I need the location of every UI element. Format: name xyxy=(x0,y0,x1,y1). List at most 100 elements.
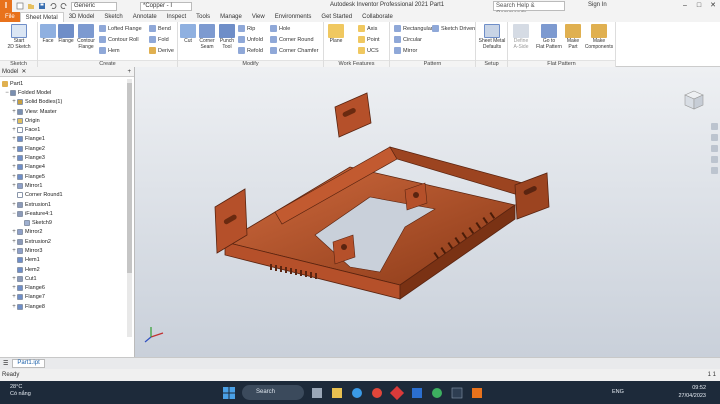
graphics-viewport[interactable] xyxy=(135,67,720,357)
make-components-button[interactable]: Make Components xyxy=(584,24,614,50)
ucs-button[interactable]: UCS xyxy=(358,46,379,55)
windows-start-icon[interactable] xyxy=(222,386,236,400)
tree-node[interactable]: + Extrusion1 xyxy=(0,200,127,209)
taskbar-clock[interactable]: 09:52 27/04/2023 xyxy=(670,384,706,400)
full-navigation-wheel-icon[interactable] xyxy=(710,123,718,130)
tree-node[interactable]: − iFeature4:1 xyxy=(0,209,127,218)
redo-icon[interactable] xyxy=(60,2,68,10)
tab-annotate[interactable]: Annotate xyxy=(128,12,162,22)
tree-node[interactable]: Sketch9 xyxy=(0,218,127,227)
contour-flange-button[interactable]: Contour Flange xyxy=(76,24,96,50)
tree-node[interactable]: + Mirror1 xyxy=(0,181,127,190)
tree-node[interactable]: + Flange4 xyxy=(0,163,127,172)
flange-button[interactable]: Flange xyxy=(57,24,75,45)
make-part-button[interactable]: Make Part xyxy=(564,24,582,50)
corner-chamfer-button[interactable]: Corner Chamfer xyxy=(270,46,318,55)
go-to-flat-pattern-button[interactable]: Go to Flat Pattern xyxy=(535,24,563,50)
tree-node[interactable]: + Flange6 xyxy=(0,284,127,293)
tree-node[interactable]: − Folded Model xyxy=(0,88,127,97)
lofted-flange-button[interactable]: Lofted Flange xyxy=(99,24,142,33)
minimize-icon[interactable]: – xyxy=(678,0,692,12)
plane-button[interactable]: Plane xyxy=(327,24,345,45)
sheet-metal-defaults-button[interactable]: Sheet Metal Defaults xyxy=(477,24,507,50)
close-browser-icon[interactable]: ✕ xyxy=(21,68,26,75)
tree-node[interactable]: + Cut1 xyxy=(0,274,127,283)
maximize-icon[interactable]: □ xyxy=(692,0,706,12)
bend-button[interactable]: Bend xyxy=(149,24,171,33)
fold-button[interactable]: Fold xyxy=(149,35,169,44)
tree-node[interactable]: + Extrusion2 xyxy=(0,237,127,246)
browser-title[interactable]: Model xyxy=(2,69,18,75)
face-button[interactable]: Face xyxy=(40,24,56,45)
view-cube[interactable] xyxy=(683,89,705,111)
derive-button[interactable]: Derive xyxy=(149,46,174,55)
tab-manage[interactable]: Manage xyxy=(215,12,247,22)
tree-node[interactable]: Corner Round1 xyxy=(0,191,127,200)
tab-view[interactable]: View xyxy=(247,12,270,22)
tree-node[interactable]: + Flange5 xyxy=(0,172,127,181)
tab-environments[interactable]: Environments xyxy=(270,12,317,22)
undo-icon[interactable] xyxy=(49,2,57,10)
sheet-metal-model[interactable] xyxy=(135,67,720,357)
mirror-button[interactable]: Mirror xyxy=(394,46,417,55)
add-browser-icon[interactable]: + xyxy=(127,69,134,75)
orbit-icon[interactable] xyxy=(710,156,718,163)
start-2d-sketch-button[interactable]: Start 2D Sketch xyxy=(3,24,35,50)
refold-button[interactable]: Refold xyxy=(238,46,263,55)
tab-inspect[interactable]: Inspect xyxy=(162,12,191,22)
tree-node[interactable]: + Mirror2 xyxy=(0,228,127,237)
tree-node[interactable]: + Origin xyxy=(0,116,127,125)
tree-node[interactable]: + View: Master xyxy=(0,107,127,116)
tree-node[interactable]: + Flange8 xyxy=(0,302,127,311)
axis-button[interactable]: Axis xyxy=(358,24,377,33)
sign-in-link[interactable]: Sign In xyxy=(588,2,607,8)
weather-widget[interactable]: 28°C Có nắng xyxy=(10,384,31,398)
rip-button[interactable]: Rip xyxy=(238,24,255,33)
tree-node[interactable]: + Flange1 xyxy=(0,135,127,144)
sketch-driven-pattern-button[interactable]: Sketch Driven xyxy=(432,24,475,33)
tree-node[interactable]: Hem1 xyxy=(0,256,127,265)
tab-tools[interactable]: Tools xyxy=(191,12,215,22)
scroll-thumb[interactable] xyxy=(127,83,132,273)
document-tab-part1[interactable]: Part1.ipt xyxy=(12,359,45,368)
tab-3d-model[interactable]: 3D Model xyxy=(64,12,100,22)
pan-icon[interactable] xyxy=(710,134,718,141)
rectangular-pattern-button[interactable]: Rectangular xyxy=(394,24,433,33)
unfold-button[interactable]: Unfold xyxy=(238,35,263,44)
cut-button[interactable]: Cut xyxy=(180,24,196,45)
tab-file[interactable]: File xyxy=(0,12,20,22)
contour-roll-button[interactable]: Contour Roll xyxy=(99,35,139,44)
zoom-icon[interactable] xyxy=(710,145,718,152)
tab-get-started[interactable]: Get Started xyxy=(316,12,357,22)
tree-node[interactable]: + Flange7 xyxy=(0,293,127,302)
define-a-side-button[interactable]: Define A-Side xyxy=(511,24,531,50)
browser-scrollbar[interactable] xyxy=(127,79,132,337)
tab-collaborate[interactable]: Collaborate xyxy=(357,12,398,22)
circular-pattern-button[interactable]: Circular xyxy=(394,35,422,44)
corner-seam-button[interactable]: Corner Seam xyxy=(197,24,217,50)
appearance-combo[interactable]: *Copper - I xyxy=(140,1,192,11)
language-indicator[interactable]: ENG xyxy=(612,389,624,395)
tab-sheet-metal[interactable]: Sheet Metal xyxy=(19,12,64,22)
tree-node[interactable]: + Solid Bodies(1) xyxy=(0,98,127,107)
open-icon[interactable] xyxy=(27,2,35,10)
tab-sketch[interactable]: Sketch xyxy=(99,12,127,22)
look-at-icon[interactable] xyxy=(710,167,718,174)
tree-node[interactable]: + Mirror3 xyxy=(0,246,127,255)
tab-list-icon[interactable]: ☰ xyxy=(3,360,8,367)
hole-button[interactable]: Hole xyxy=(270,24,290,33)
close-icon[interactable]: ✕ xyxy=(706,0,720,12)
tree-node[interactable]: + Flange3 xyxy=(0,153,127,162)
tree-node[interactable]: + Flange2 xyxy=(0,144,127,153)
help-search-input[interactable]: Search Help & Commands... xyxy=(493,1,565,17)
point-button[interactable]: Point xyxy=(358,35,380,44)
hem-button[interactable]: Hem xyxy=(99,46,120,55)
material-combo[interactable]: Generic xyxy=(71,1,117,11)
new-icon[interactable] xyxy=(16,2,24,10)
corner-round-button[interactable]: Corner Round xyxy=(270,35,314,44)
tree-root[interactable]: Part1 xyxy=(0,79,127,88)
punch-tool-button[interactable]: Punch Tool xyxy=(218,24,236,50)
tree-node[interactable]: + Face1 xyxy=(0,125,127,134)
tree-node[interactable]: Hem2 xyxy=(0,265,127,274)
save-icon[interactable] xyxy=(38,2,46,10)
